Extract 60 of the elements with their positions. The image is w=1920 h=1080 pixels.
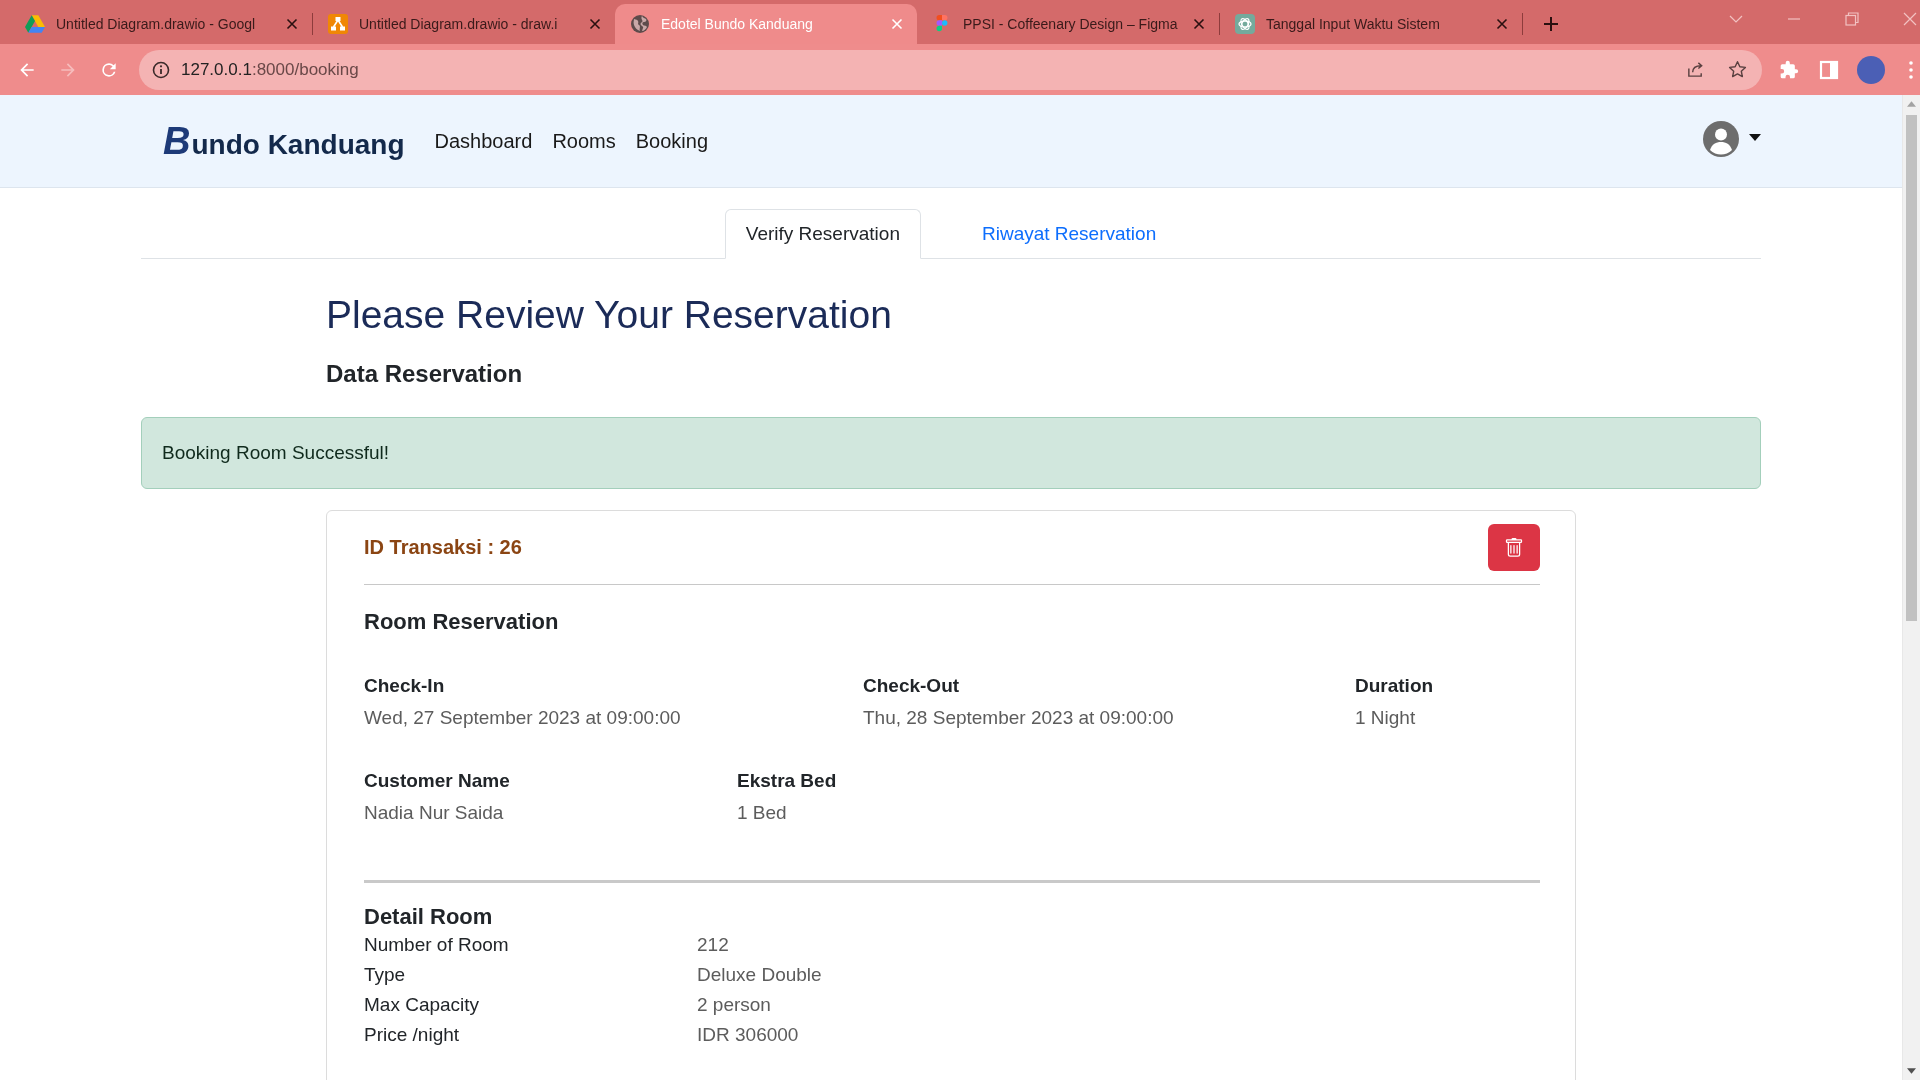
close-icon[interactable] <box>589 18 601 30</box>
detail-value: 2 person <box>697 993 771 1017</box>
detail-label: Price /night <box>364 1023 461 1047</box>
field-label: Ekstra Bed <box>737 769 838 793</box>
detail-value: Deluxe Double <box>697 963 822 987</box>
field-value: Thu, 28 September 2023 at 09:00:00 <box>863 706 1175 730</box>
section-subtitle: Data Reservation <box>326 359 524 388</box>
trash-icon <box>1504 537 1524 558</box>
close-icon[interactable] <box>1193 18 1205 30</box>
nav-link[interactable]: Rooms <box>552 129 616 153</box>
close-icon[interactable] <box>1496 18 1508 30</box>
section-title: Room Reservation <box>364 608 560 635</box>
star-icon[interactable] <box>1728 60 1747 79</box>
diagram-logo-icon <box>328 14 348 34</box>
field-value: 1 Bed <box>737 801 788 825</box>
success-alert: Booking Room Successful! <box>141 417 1761 489</box>
nav-link[interactable]: Dashboard <box>434 129 533 153</box>
field-value: 1 Night <box>1355 706 1417 730</box>
close-icon[interactable] <box>286 18 298 30</box>
caret-icon[interactable] <box>1749 133 1761 141</box>
profile-avatar-icon[interactable] <box>1857 55 1885 84</box>
sidebar-icon[interactable] <box>1819 59 1839 80</box>
up-arrow-icon[interactable] <box>1907 101 1916 107</box>
nav-tab[interactable]: Riwayat Reservation <box>960 209 1178 259</box>
nav-tab[interactable]: Verify Reservation <box>724 209 921 259</box>
brand-logo[interactable]: Bundo Kanduang <box>163 119 405 163</box>
plus-icon[interactable] <box>1544 17 1558 31</box>
field-label: Check-Out <box>863 674 961 698</box>
field-value: Nadia Nur Saida <box>364 801 505 825</box>
page-title: Please Review Your Reservation <box>326 292 893 338</box>
triangle-logo-icon <box>25 14 45 34</box>
scrollbar-thumb[interactable] <box>1906 115 1917 621</box>
browser-tab[interactable]: Untitled Diagram.drawio - Googl <box>10 4 312 44</box>
nav-link[interactable]: Booking <box>635 129 708 153</box>
address-bar[interactable]: 127.0.0.1:8000/booking <box>139 49 1762 90</box>
field-label: Customer Name <box>364 769 511 793</box>
down-arrow-icon[interactable] <box>1907 1068 1916 1074</box>
browser-tab[interactable]: Tanggal Input Waktu Sistem <box>1220 4 1522 44</box>
globe-icon <box>630 14 650 34</box>
field-value: Wed, 27 September 2023 at 09:00:00 <box>364 706 682 730</box>
browser-tab[interactable]: PPSI - Coffeenary Design – Figma <box>917 4 1219 44</box>
detail-value: IDR 306000 <box>697 1023 799 1047</box>
section-title: Detail Room <box>364 903 494 930</box>
info-icon[interactable] <box>152 60 170 79</box>
knot-logo-icon <box>1235 14 1255 34</box>
user-avatar-icon[interactable] <box>1703 121 1739 157</box>
transaction-id: ID Transaksi : 26 <box>364 536 522 559</box>
detail-label: Type <box>364 963 407 987</box>
share-icon[interactable] <box>1686 60 1705 79</box>
field-label: Check-In <box>364 674 446 698</box>
browser-tab[interactable]: Untitled Diagram.drawio - draw.i <box>313 4 615 44</box>
delete-button[interactable] <box>1488 524 1540 571</box>
field-label: Duration <box>1355 674 1435 698</box>
more-menu-icon[interactable] <box>1909 60 1913 79</box>
detail-label: Max Capacity <box>364 993 481 1017</box>
detail-value: 212 <box>697 933 729 957</box>
detail-label: Number of Room <box>364 933 510 957</box>
puzzle-icon[interactable] <box>1779 59 1799 80</box>
scrollbar-track[interactable] <box>1902 95 1920 1080</box>
restore-icon[interactable] <box>1845 12 1859 26</box>
